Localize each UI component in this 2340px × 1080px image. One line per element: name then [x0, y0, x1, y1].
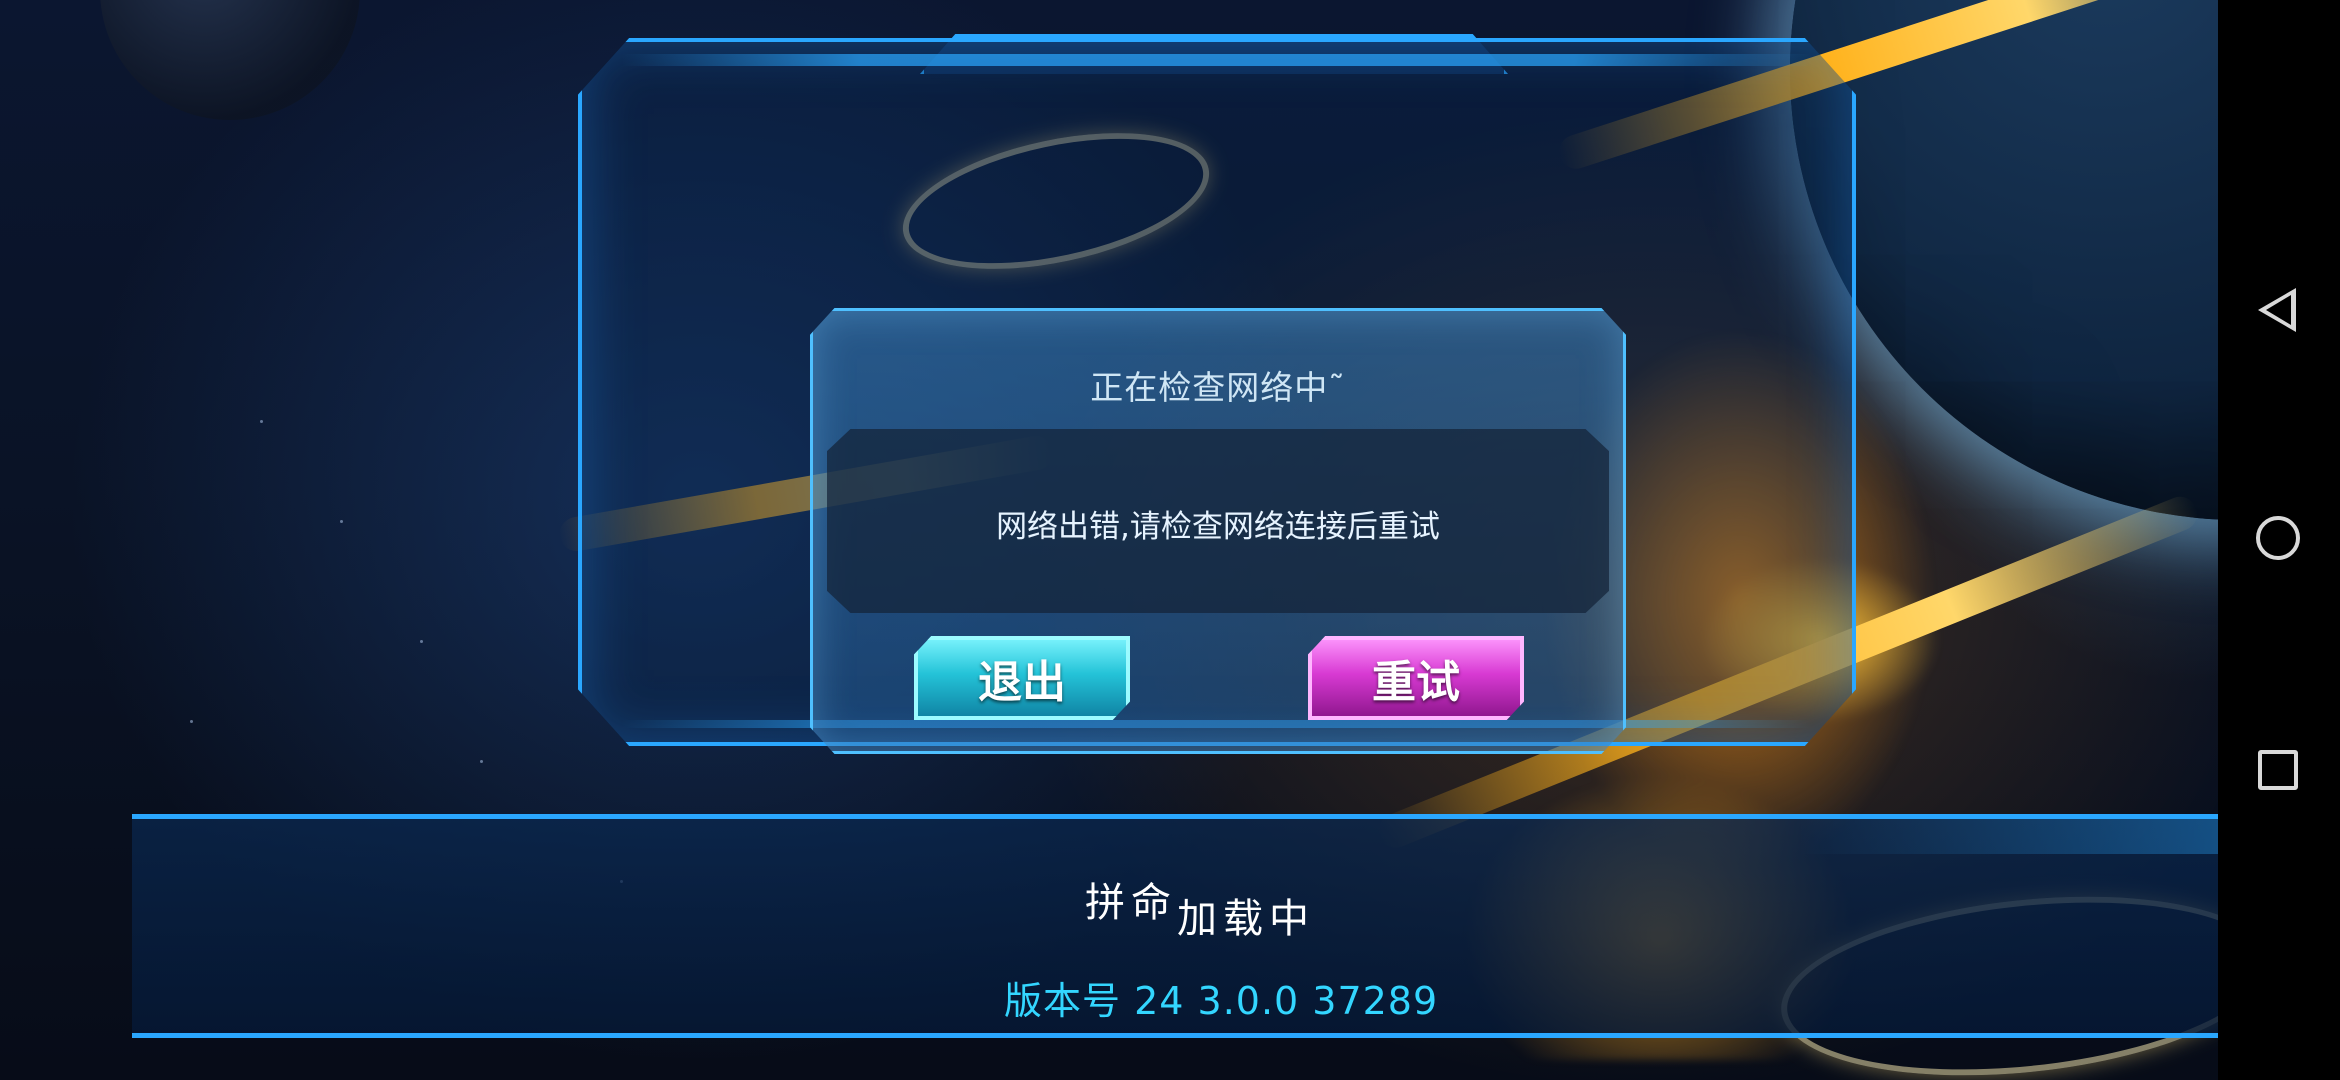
loading-status-part2: 加载中: [1177, 896, 1315, 942]
system-nav-bar: [2218, 0, 2340, 1080]
loading-status: 拼命加载中: [1085, 880, 1315, 944]
star: [340, 520, 343, 523]
retry-button[interactable]: 重试: [1308, 636, 1524, 720]
dialog-message-panel: 网络出错,请检查网络连接后重试: [827, 429, 1609, 613]
star: [480, 760, 483, 763]
version-label: 版本号 24 3.0.0 37289: [1004, 979, 1439, 1023]
exit-button[interactable]: 退出: [914, 636, 1130, 720]
dialog-title: 正在检查网络中˜: [1090, 368, 1346, 407]
recent-apps-icon[interactable]: [2258, 750, 2298, 790]
star: [260, 420, 263, 423]
moon-decoration: [100, 0, 360, 120]
back-icon[interactable]: [2258, 288, 2296, 332]
exit-button-label: 退出: [978, 657, 1066, 708]
loading-status-part1: 拼命: [1085, 880, 1177, 926]
star: [420, 640, 423, 643]
dialog-message: 网络出错,请检查网络连接后重试: [996, 509, 1440, 545]
home-icon[interactable]: [2256, 516, 2300, 560]
retry-button-label: 重试: [1372, 657, 1460, 708]
star: [190, 720, 193, 723]
